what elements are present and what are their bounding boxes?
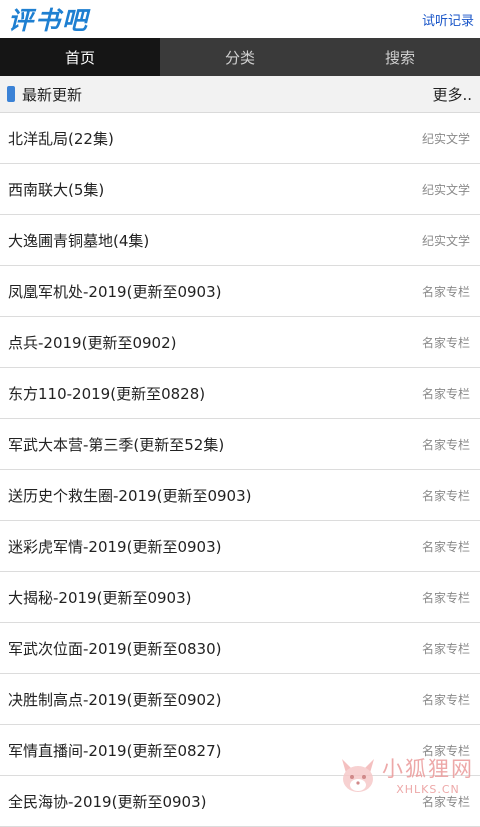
list-item[interactable]: 决胜制高点-2019(更新至0902) 名家专栏: [0, 674, 480, 725]
item-title[interactable]: 送历史个救生圈-2019(更新至0903): [8, 485, 251, 506]
item-title[interactable]: 点兵-2019(更新至0902): [8, 332, 176, 353]
item-category: 名家专栏: [421, 590, 470, 605]
item-title[interactable]: 凤凰军机处-2019(更新至0903): [8, 281, 221, 302]
item-category: 名家专栏: [421, 284, 470, 299]
more-link[interactable]: 更多..: [432, 84, 472, 105]
item-category: 纪实文学: [421, 182, 470, 197]
list-item[interactable]: 迷彩虎军情-2019(更新至0903) 名家专栏: [0, 521, 480, 572]
watermark-name: 小狐狸网: [382, 757, 474, 781]
list-item[interactable]: 点兵-2019(更新至0902) 名家专栏: [0, 317, 480, 368]
section-marker: [7, 86, 15, 102]
item-title[interactable]: 大逸圃青铜墓地(4集): [8, 230, 149, 251]
section-title-group: 最新更新: [7, 84, 82, 105]
item-title[interactable]: 迷彩虎军情-2019(更新至0903): [8, 536, 221, 557]
list-item[interactable]: 大逸圃青铜墓地(4集) 纪实文学: [0, 215, 480, 266]
latest-updates-list: 北洋乱局(22集) 纪实文学 西南联大(5集) 纪实文学 大逸圃青铜墓地(4集)…: [0, 113, 480, 827]
fox-logo-icon: [342, 758, 374, 792]
item-title[interactable]: 东方110-2019(更新至0828): [8, 383, 205, 404]
item-title[interactable]: 军情直播间-2019(更新至0827): [8, 740, 221, 761]
list-item[interactable]: 北洋乱局(22集) 纪实文学: [0, 113, 480, 164]
app-header: 评书吧 试听记录: [0, 0, 480, 38]
item-category: 名家专栏: [421, 437, 470, 452]
section-title: 最新更新: [22, 85, 83, 104]
listening-history-link[interactable]: 试听记录: [422, 10, 474, 29]
item-category: 名家专栏: [421, 539, 470, 554]
item-category: 纪实文学: [421, 131, 470, 146]
watermark-text: 小狐狸网 XHLKS.CN: [382, 753, 474, 796]
list-item[interactable]: 送历史个救生圈-2019(更新至0903) 名家专栏: [0, 470, 480, 521]
item-category: 名家专栏: [421, 641, 470, 656]
list-item[interactable]: 凤凰军机处-2019(更新至0903) 名家专栏: [0, 266, 480, 317]
item-category: 名家专栏: [421, 488, 470, 503]
item-category: 名家专栏: [421, 386, 470, 401]
item-title[interactable]: 军武大本营-第三季(更新至52集): [8, 434, 224, 455]
list-item[interactable]: 东方110-2019(更新至0828) 名家专栏: [0, 368, 480, 419]
main-nav: 首页 分类 搜索: [0, 38, 480, 76]
list-item[interactable]: 西南联大(5集) 纪实文学: [0, 164, 480, 215]
item-title[interactable]: 军武次位面-2019(更新至0830): [8, 638, 221, 659]
site-watermark: 小狐狸网 XHLKS.CN: [336, 753, 474, 796]
list-item[interactable]: 大揭秘-2019(更新至0903) 名家专栏: [0, 572, 480, 623]
item-title[interactable]: 西南联大(5集): [8, 179, 104, 200]
watermark-domain: XHLKS.CN: [396, 783, 460, 796]
tab-search[interactable]: 搜索: [320, 38, 480, 76]
item-category: 名家专栏: [421, 335, 470, 350]
item-title[interactable]: 大揭秘-2019(更新至0903): [8, 587, 191, 608]
item-title[interactable]: 北洋乱局(22集): [8, 128, 114, 149]
site-logo[interactable]: 评书吧: [8, 1, 89, 37]
item-category: 纪实文学: [421, 233, 470, 248]
item-category: 名家专栏: [421, 692, 470, 707]
tab-categories[interactable]: 分类: [160, 38, 320, 76]
item-title[interactable]: 决胜制高点-2019(更新至0902): [8, 689, 221, 710]
item-title[interactable]: 全民海协-2019(更新至0903): [8, 791, 206, 812]
list-item[interactable]: 军武大本营-第三季(更新至52集) 名家专栏: [0, 419, 480, 470]
tab-home[interactable]: 首页: [0, 38, 160, 76]
list-item[interactable]: 军武次位面-2019(更新至0830) 名家专栏: [0, 623, 480, 674]
latest-updates-header: 最新更新 更多..: [0, 76, 480, 113]
